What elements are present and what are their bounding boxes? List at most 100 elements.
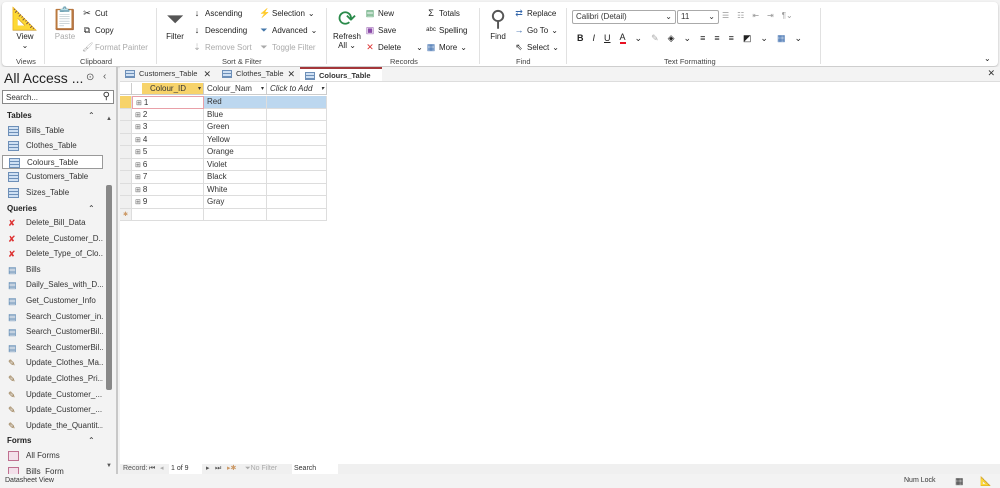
nav-item[interactable]: Colours_Table xyxy=(2,154,103,169)
nav-item[interactable]: ▤ Search_CustomerBil... xyxy=(2,325,103,339)
table-cell[interactable] xyxy=(267,196,327,209)
advanced-button[interactable]: ⏷ Advanced ⌄ xyxy=(259,25,317,35)
nav-pane-title[interactable]: All Access ... xyxy=(4,70,83,86)
paragraph-direction-icon[interactable]: ¶⌄ xyxy=(782,11,793,20)
gridlines-icon[interactable]: ◩ xyxy=(743,33,752,44)
collapse-nav-icon[interactable]: ‹ xyxy=(103,71,106,82)
table-cell[interactable] xyxy=(267,146,327,159)
column-header[interactable]: Click to Add ▾ xyxy=(267,83,327,95)
expand-subdatasheet-icon[interactable]: ⊞ xyxy=(135,187,143,194)
table-cell[interactable]: Violet xyxy=(204,158,267,171)
nav-item[interactable]: ▤ Get_Customer_Info xyxy=(2,294,103,308)
nav-section-queries[interactable]: Queries xyxy=(7,204,37,213)
table-cell[interactable] xyxy=(267,96,327,109)
nav-item[interactable]: ✎ Update_Customer_... xyxy=(2,388,103,402)
nav-item[interactable]: All Forms xyxy=(2,449,103,463)
table-cell[interactable]: ⊞ 7 xyxy=(132,171,204,184)
format-painter-button[interactable]: 🖌 Format Painter xyxy=(82,42,148,52)
nav-item[interactable]: ✘ Delete_Type_of_Clo... xyxy=(2,247,103,261)
cut-button[interactable]: ✂ Cut xyxy=(82,8,107,18)
row-selector[interactable] xyxy=(120,158,132,171)
bullets-icon[interactable]: ☰ xyxy=(722,11,729,20)
nav-item[interactable]: Sizes_Table xyxy=(2,186,103,200)
row-selector[interactable] xyxy=(120,196,132,209)
increase-indent-icon[interactable]: ⇥ xyxy=(767,11,774,20)
close-tab-icon[interactable]: ✕ xyxy=(203,67,211,81)
copy-button[interactable]: ⧉ Copy xyxy=(82,25,114,35)
replace-button[interactable]: ⇄ Replace xyxy=(514,8,556,18)
table-row[interactable]: ⊞ 9 Gray xyxy=(120,196,328,209)
nav-item[interactable]: Clothes_Table xyxy=(2,139,103,153)
highlight-icon[interactable]: ✎ xyxy=(651,33,659,44)
nav-item[interactable]: Bills_Table xyxy=(2,124,103,138)
table-row[interactable]: ⊞ 8 White xyxy=(120,183,328,196)
font-name-select[interactable]: Calibri (Detail) ⌄ xyxy=(572,10,676,24)
totals-button[interactable]: Σ Totals xyxy=(426,8,460,18)
nav-item[interactable]: ✎ Update_Clothes_Pri... xyxy=(2,372,103,386)
table-cell[interactable]: ⊞ 1 xyxy=(132,96,204,109)
no-filter-button[interactable]: ⏷No Filter xyxy=(245,464,277,474)
selection-button[interactable]: ⚡ Selection ⌄ xyxy=(259,8,315,18)
expand-subdatasheet-icon[interactable]: ⊞ xyxy=(135,137,143,144)
row-selector[interactable] xyxy=(120,96,132,109)
table-row[interactable]: ⊞ 1 Red xyxy=(120,96,328,109)
close-document-icon[interactable]: ✕ xyxy=(987,68,995,79)
refresh-all-button[interactable]: ⟳ Refresh All ⌄ xyxy=(332,6,362,50)
first-record-button[interactable]: ⏮ xyxy=(149,464,155,474)
table-cell[interactable] xyxy=(267,208,327,221)
expand-subdatasheet-icon[interactable]: ⊞ xyxy=(135,162,143,169)
column-dropdown-icon[interactable]: ▾ xyxy=(198,83,201,95)
previous-record-button[interactable]: ◂ xyxy=(160,464,164,474)
find-button[interactable]: ⚲ Find xyxy=(486,6,510,41)
table-cell[interactable]: ⊞ 2 xyxy=(132,108,204,121)
table-cell[interactable]: Yellow xyxy=(204,133,267,146)
current-record-field[interactable]: 1 of 9 xyxy=(169,464,202,474)
nav-menu-dropdown-icon[interactable]: ⊙ xyxy=(86,72,94,83)
filter-button[interactable]: ⏷ Filter xyxy=(162,6,188,41)
tab-customers_table[interactable]: Customers_Table ✕ xyxy=(120,67,215,81)
table-cell[interactable] xyxy=(132,208,204,221)
nav-item[interactable]: ✎ Update_Customer_... xyxy=(2,403,103,417)
scroll-down-icon[interactable]: ▼ xyxy=(106,463,112,469)
next-record-button[interactable]: ▸ xyxy=(206,464,210,474)
select-button[interactable]: ⇖ Select ⌄ xyxy=(514,42,559,52)
expand-subdatasheet-icon[interactable]: ⊞ xyxy=(135,199,143,206)
font-color-icon[interactable]: A xyxy=(619,32,626,44)
nav-item[interactable]: ▤ Search_Customer_in... xyxy=(2,310,103,324)
align-center-icon[interactable]: ≡ xyxy=(714,33,719,43)
nav-item[interactable]: ▤ Bills xyxy=(2,263,103,277)
save-record-button[interactable]: ▣ Save xyxy=(365,25,397,35)
bold-button[interactable]: B xyxy=(577,33,584,43)
nav-section-tables[interactable]: Tables xyxy=(7,111,32,120)
numbering-icon[interactable]: ☷ xyxy=(737,11,744,20)
table-cell[interactable]: Gray xyxy=(204,196,267,209)
delete-record-button[interactable]: ✕ Delete ⌄ xyxy=(365,42,423,52)
table-cell[interactable]: ⊞ 5 xyxy=(132,146,204,159)
table-cell[interactable]: Black xyxy=(204,171,267,184)
row-selector[interactable] xyxy=(120,133,132,146)
table-row[interactable]: ⊞ 3 Green xyxy=(120,121,328,134)
nav-item[interactable]: ▤ Search_CustomerBil... xyxy=(2,341,103,355)
descending-button[interactable]: ↓ Descending xyxy=(192,25,248,35)
expand-subdatasheet-icon[interactable]: ⊞ xyxy=(135,112,143,119)
table-cell[interactable]: ⊞ 9 xyxy=(132,196,204,209)
table-cell[interactable]: ⊞ 4 xyxy=(132,133,204,146)
new-record-row[interactable]: ✱ xyxy=(120,208,328,221)
collapse-ribbon-button[interactable]: ⌄ xyxy=(984,54,991,63)
nav-item[interactable]: ▤ Daily_Sales_with_D... xyxy=(2,278,103,292)
table-cell[interactable]: White xyxy=(204,183,267,196)
nav-scrollbar[interactable] xyxy=(106,185,112,390)
table-row[interactable]: ⊞ 4 Yellow xyxy=(120,133,328,146)
table-cell[interactable] xyxy=(204,208,267,221)
row-selector[interactable] xyxy=(120,146,132,159)
tab-clothes_table[interactable]: Clothes_Table ✕ xyxy=(217,67,299,81)
table-cell[interactable] xyxy=(267,171,327,184)
fill-color-icon[interactable]: ◈ xyxy=(668,33,675,44)
toggle-filter-button[interactable]: ⏷ Toggle Filter xyxy=(259,42,315,52)
expand-subdatasheet-icon[interactable]: ⊞ xyxy=(136,100,144,107)
collapse-section-icon[interactable]: ⌃ xyxy=(88,204,95,213)
collapse-section-icon[interactable]: ⌃ xyxy=(88,436,95,445)
nav-item[interactable]: ✘ Delete_Bill_Data xyxy=(2,216,103,230)
table-row[interactable]: ⊞ 7 Black xyxy=(120,171,328,184)
more-button[interactable]: ▦ More ⌄ xyxy=(426,42,467,52)
